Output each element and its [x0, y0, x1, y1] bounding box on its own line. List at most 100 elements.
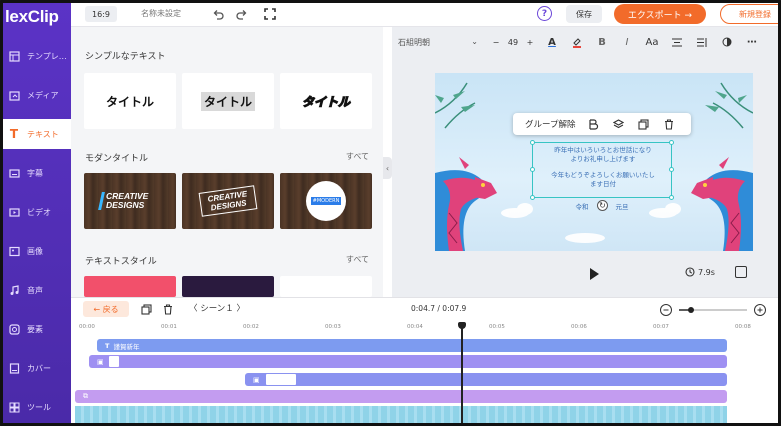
- image-track-icon: ▣: [253, 375, 260, 384]
- editor-area: 石組明朝 ⌄ − 49 + A B I Aa ⋯ グループ解除 昨年中はいろいろ…: [392, 27, 778, 297]
- layers-icon[interactable]: [612, 117, 626, 131]
- bold-icon[interactable]: B: [593, 37, 611, 48]
- sidebar-item-tool[interactable]: ツール: [3, 392, 71, 422]
- greeting-line: 今年もどうぞよろしくお願いいたし: [551, 171, 655, 179]
- resize-handle[interactable]: [530, 195, 535, 200]
- back-button[interactable]: ← 戻る: [83, 301, 129, 317]
- sidebar-item-cover[interactable]: カバー: [3, 353, 71, 383]
- ruler-tick: 00:05: [489, 324, 505, 330]
- align-center-icon[interactable]: [668, 38, 686, 47]
- redo-icon[interactable]: [235, 7, 249, 21]
- text-color-icon[interactable]: A: [543, 37, 561, 48]
- simple-text-card[interactable]: タイトル: [280, 73, 372, 129]
- video-canvas[interactable]: グループ解除 昨年中はいろいろとお世話になり よりお礼申し上げます 今年もどうぞ…: [435, 73, 753, 251]
- ruler-tick: 00:04: [407, 324, 423, 330]
- timeline-zoom: [659, 302, 769, 316]
- line-spacing-icon[interactable]: [693, 37, 711, 47]
- image-track-icon: ▣: [97, 357, 104, 366]
- clip-thumbnail: [108, 356, 119, 367]
- duplicate-icon[interactable]: [637, 117, 651, 131]
- letter-case-button[interactable]: Aa: [643, 37, 661, 48]
- duplicate-scene-icon[interactable]: [139, 302, 153, 316]
- modern-title-card[interactable]: #MODERN: [280, 173, 372, 229]
- audio-icon: [7, 283, 21, 297]
- more-icon[interactable]: ⋯: [743, 37, 761, 48]
- font-name: 石組明朝: [398, 37, 430, 47]
- playhead[interactable]: [458, 322, 465, 423]
- delete-icon[interactable]: [662, 117, 676, 131]
- duration-display[interactable]: 7.9s: [685, 267, 715, 277]
- ungroup-button[interactable]: グループ解除: [525, 118, 576, 130]
- sidebar-item-template[interactable]: テンプレ…: [3, 41, 71, 71]
- text-style-card[interactable]: [280, 276, 372, 297]
- sidebar-item-audio[interactable]: 音声: [3, 275, 71, 305]
- app-logo: lexClip: [5, 7, 59, 26]
- timeline: ← 戻る 〈 シーン１ 〉 0:04.7 / 0:07.9 00:00 00:0…: [71, 297, 778, 423]
- sidebar-item-video[interactable]: ビデオ: [3, 197, 71, 227]
- sidebar-item-label: カバー: [27, 363, 51, 373]
- text-style-card[interactable]: [182, 276, 274, 297]
- sidebar-item-label: テンプレ…: [27, 51, 67, 61]
- scene-selector[interactable]: 〈 シーン１ 〉: [189, 302, 245, 314]
- element-track[interactable]: ⧉: [75, 390, 727, 403]
- resize-handle[interactable]: [669, 195, 674, 200]
- tool-icon: [7, 400, 21, 414]
- italic-icon[interactable]: I: [618, 37, 636, 48]
- image-track[interactable]: ▣: [245, 373, 727, 386]
- text-icon: T: [9, 127, 19, 141]
- delete-scene-icon[interactable]: [161, 302, 175, 316]
- sidebar-item-text[interactable]: T テキスト: [3, 119, 71, 149]
- circle-badge: #MODERN: [306, 181, 346, 221]
- project-name[interactable]: 名称未設定: [141, 8, 181, 19]
- greeting-line: 昨年中はいろいろとお世話になり: [554, 146, 652, 154]
- flexclip-editor: lexClip テンプレ… メディア T テキスト 字幕 ビデオ 画像 音声 要…: [0, 0, 781, 426]
- resize-handle[interactable]: [530, 140, 535, 145]
- subtitle-icon: [7, 166, 21, 180]
- ruler-tick: 00:01: [161, 324, 177, 330]
- ruler-tick: 00:06: [571, 324, 587, 330]
- media-track[interactable]: ▣: [89, 355, 727, 368]
- card-label: CREATIVE DESIGNS: [106, 191, 149, 210]
- clock-icon: [685, 267, 695, 277]
- modern-title-card[interactable]: CREATIVE DESIGNS: [182, 173, 274, 229]
- signup-button[interactable]: 新規登録: [720, 4, 778, 24]
- sidebar-item-image[interactable]: 画像: [3, 236, 71, 266]
- fullscreen-icon[interactable]: [735, 266, 747, 278]
- sidebar: lexClip テンプレ… メディア T テキスト 字幕 ビデオ 画像 音声 要…: [3, 3, 71, 423]
- font-size-decrease[interactable]: −: [490, 38, 502, 47]
- sidebar-item-element[interactable]: 要素: [3, 314, 71, 344]
- aspect-ratio-button[interactable]: 16:9: [85, 6, 117, 22]
- save-button[interactable]: 保存: [566, 5, 602, 23]
- style-see-all-link[interactable]: すべて: [346, 254, 369, 265]
- export-button[interactable]: エクスポート →: [614, 4, 706, 24]
- highlight-icon[interactable]: [568, 37, 586, 48]
- fit-screen-icon[interactable]: [263, 7, 277, 21]
- sidebar-item-media[interactable]: メディア: [3, 80, 71, 110]
- collapse-panel-button[interactable]: ‹: [383, 157, 392, 179]
- text-format-bar: 石組明朝 ⌄ − 49 + A B I Aa ⋯: [392, 31, 778, 53]
- text-track[interactable]: T 謹賀新年: [97, 339, 727, 352]
- element-icon: [7, 322, 21, 336]
- font-select[interactable]: 石組明朝 ⌄: [398, 37, 478, 48]
- font-size-value[interactable]: 49: [502, 38, 524, 47]
- modern-see-all-link[interactable]: すべて: [346, 151, 369, 162]
- group-split-icon[interactable]: [587, 117, 601, 131]
- font-size-stepper[interactable]: − 49 +: [490, 38, 536, 47]
- help-icon[interactable]: ?: [537, 6, 552, 21]
- undo-icon[interactable]: [211, 7, 225, 21]
- duration-value: 7.9s: [698, 267, 715, 277]
- simple-text-card[interactable]: タイトル: [84, 73, 176, 129]
- opacity-icon[interactable]: [718, 37, 736, 47]
- text-style-card[interactable]: [84, 276, 176, 297]
- timeline-ruler[interactable]: 00:00 00:01 00:02 00:03 00:04 00:05 00:0…: [71, 324, 778, 334]
- sidebar-item-subtitle[interactable]: 字幕: [3, 158, 71, 188]
- play-button[interactable]: [587, 266, 601, 280]
- resize-handle[interactable]: [669, 140, 674, 145]
- selected-text-group[interactable]: 昨年中はいろいろとお世話になり よりお礼申し上げます 今年もどうぞよろしくお願い…: [530, 140, 674, 200]
- modern-title-card[interactable]: CREATIVE DESIGNS: [84, 173, 176, 229]
- font-size-increase[interactable]: +: [524, 38, 536, 47]
- simple-text-card[interactable]: タイトル: [182, 73, 274, 129]
- audio-track[interactable]: [75, 406, 727, 423]
- element-context-menu: グループ解除: [513, 113, 691, 135]
- element-track-icon: ⧉: [83, 392, 88, 400]
